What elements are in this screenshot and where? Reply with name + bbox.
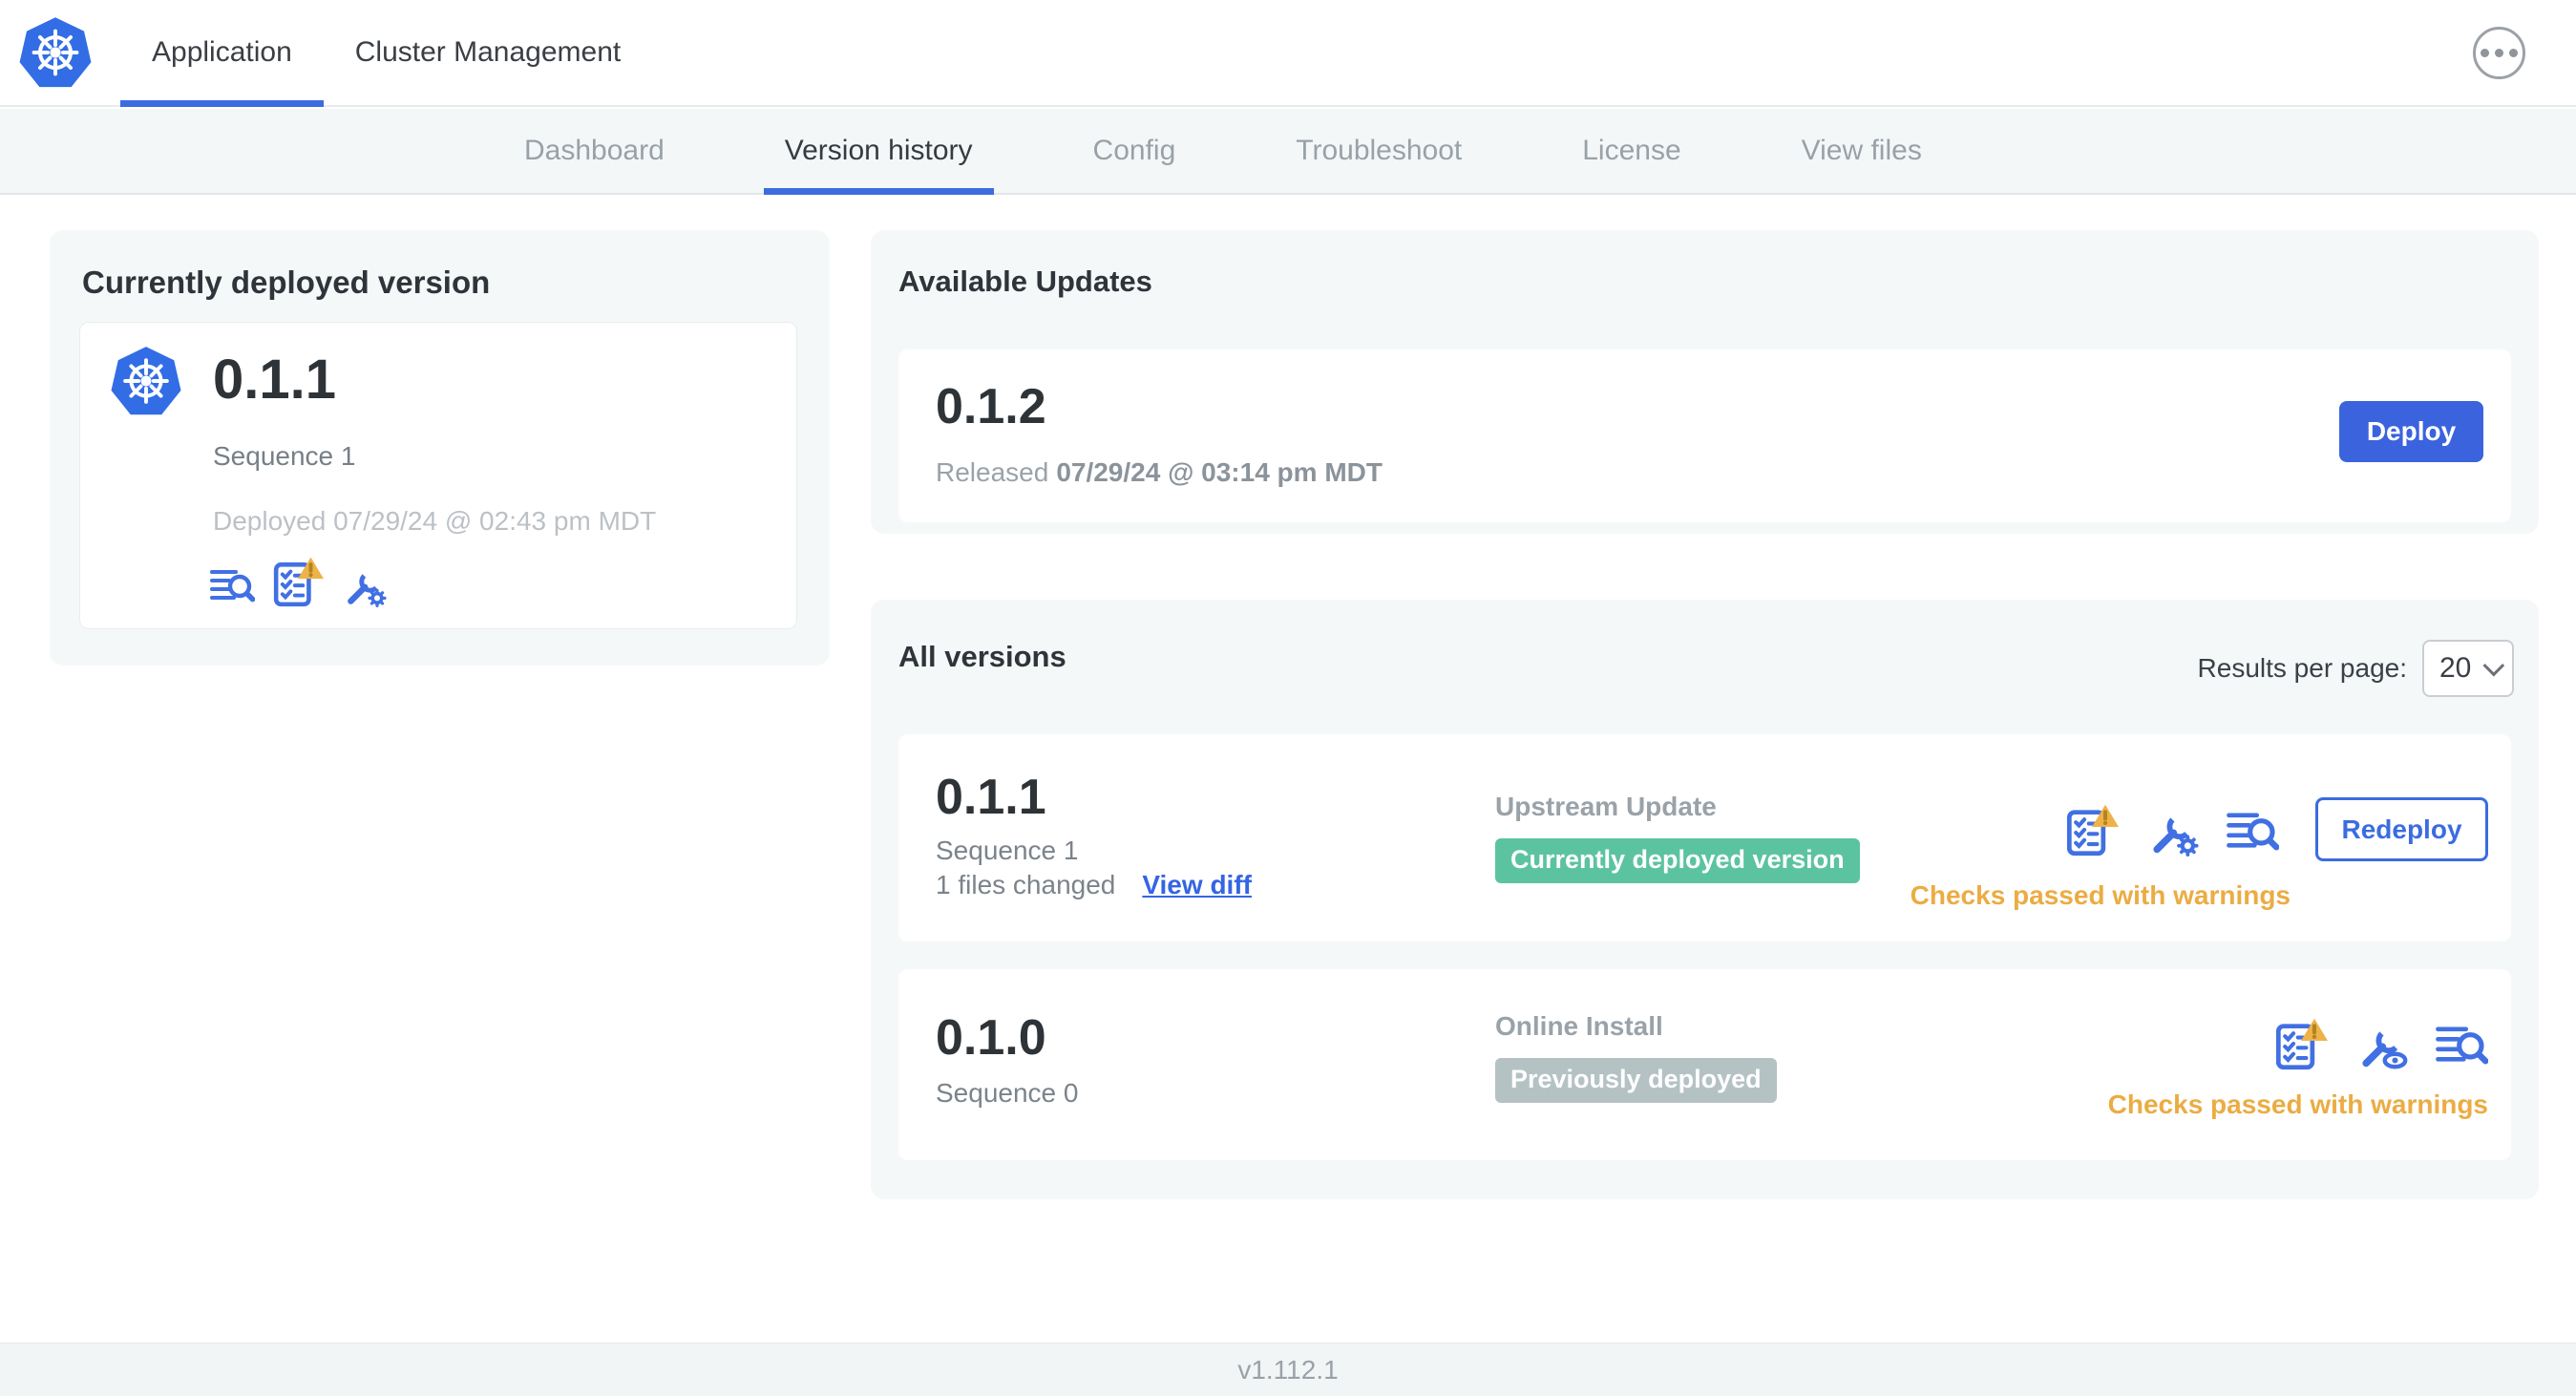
version-number: 0.1.1 — [936, 770, 1046, 825]
results-per-page-label: Results per page: — [2197, 653, 2407, 683]
current-version-sequence: Sequence 1 — [213, 441, 356, 471]
currently-deployed-version-card: 0.1.1 Sequence 1 Deployed 07/29/24 @ 02:… — [79, 322, 797, 629]
tab-application[interactable]: Application — [120, 0, 324, 107]
tab-version-history[interactable]: Version history — [763, 109, 994, 195]
view-config-icon[interactable] — [2354, 1017, 2408, 1070]
logs-icon[interactable] — [2435, 1017, 2488, 1070]
current-version-number: 0.1.1 — [213, 349, 336, 411]
tab-troubleshoot[interactable]: Troubleshoot — [1275, 109, 1483, 193]
results-per-page: Results per page: 20 — [2198, 640, 2514, 697]
chevron-down-icon — [2482, 654, 2505, 677]
checks-status-text: Checks passed with warnings — [1910, 880, 2291, 910]
update-version-number: 0.1.2 — [936, 379, 1046, 434]
console-version: v1.112.1 — [1237, 1354, 1339, 1385]
version-source: Upstream Update — [1495, 792, 1717, 821]
currently-deployed-title: Currently deployed version — [82, 264, 491, 300]
version-row-0-1-1: 0.1.1 Sequence 1 1 files changed View di… — [898, 734, 2511, 941]
tab-license[interactable]: License — [1561, 109, 1701, 193]
available-updates-card: Available Updates 0.1.2 Released 07/29/24… — [871, 230, 2539, 534]
update-released-line: Released 07/29/24 @ 03:14 pm MDT — [936, 457, 1383, 488]
version-source-block: Upstream Update Currently deployed versi… — [1495, 792, 1860, 883]
view-diff-link[interactable]: View diff — [1142, 870, 1252, 900]
preflight-checks-warning-icon[interactable] — [2065, 803, 2119, 857]
tab-dashboard[interactable]: Dashboard — [503, 109, 686, 193]
status-badge: Currently deployed version — [1495, 838, 1860, 883]
header-tabs: Application Cluster Management — [120, 0, 652, 107]
logs-icon[interactable] — [209, 561, 255, 607]
current-version-actions — [209, 556, 387, 607]
checks-status-text: Checks passed with warnings — [2107, 1089, 2488, 1119]
redeploy-button[interactable]: Redeploy — [2315, 797, 2488, 861]
current-version-deployed-date: Deployed 07/29/24 @ 02:43 pm MDT — [213, 506, 657, 536]
app-subnav: Dashboard Version history Config Trouble… — [0, 109, 2576, 195]
version-source-block: Online Install Previously deployed — [1495, 1011, 1777, 1103]
app-footer: v1.112.1 — [0, 1343, 2576, 1396]
tab-config[interactable]: Config — [1072, 109, 1197, 193]
edit-config-icon[interactable] — [341, 561, 387, 607]
logs-icon[interactable] — [2226, 803, 2279, 857]
available-updates-title: Available Updates — [898, 264, 1152, 298]
ellipsis-menu-button[interactable] — [2473, 27, 2525, 79]
version-number: 0.1.0 — [936, 1010, 1046, 1066]
released-label: Released — [936, 457, 1049, 487]
version-sequence: Sequence 1 — [936, 835, 1079, 865]
version-actions-block: Redeploy Checks passed with warnings — [1911, 797, 2488, 911]
all-versions-card: All versions Results per page: 20 0.1.1 … — [871, 600, 2539, 1199]
version-actions-block: Checks passed with warnings — [2108, 1017, 2488, 1120]
preflight-checks-warning-icon[interactable] — [2274, 1017, 2328, 1070]
available-update-row: 0.1.2 Released 07/29/24 @ 03:14 pm MDT De… — [898, 349, 2511, 522]
status-badge: Previously deployed — [1495, 1058, 1777, 1103]
released-date: 07/29/24 @ 03:14 pm MDT — [1056, 457, 1383, 487]
tab-cluster-management[interactable]: Cluster Management — [324, 0, 652, 105]
tab-view-files[interactable]: View files — [1781, 109, 1943, 193]
results-per-page-value: 20 — [2439, 652, 2472, 684]
files-changed-label: 1 files changed — [936, 870, 1116, 899]
currently-deployed-card: Currently deployed version 0.1.1 Sequenc… — [50, 230, 830, 666]
app-header: Application Cluster Management — [0, 0, 2576, 107]
kubernetes-logo — [17, 0, 94, 105]
all-versions-title: All versions — [898, 640, 1066, 673]
version-sequence: Sequence 0 — [936, 1078, 1079, 1108]
deploy-button[interactable]: Deploy — [2339, 401, 2483, 462]
preflight-checks-warning-icon[interactable] — [272, 556, 324, 607]
version-source: Online Install — [1495, 1011, 1663, 1041]
kubernetes-version-icon — [109, 345, 183, 417]
ellipsis-icon — [2481, 49, 2489, 57]
edit-config-icon[interactable] — [2145, 803, 2199, 857]
files-changed-line: 1 files changed View diff — [936, 870, 1252, 900]
version-row-0-1-0: 0.1.0 Sequence 0 Online Install Previous… — [898, 969, 2511, 1160]
results-per-page-select[interactable]: 20 — [2422, 640, 2514, 697]
